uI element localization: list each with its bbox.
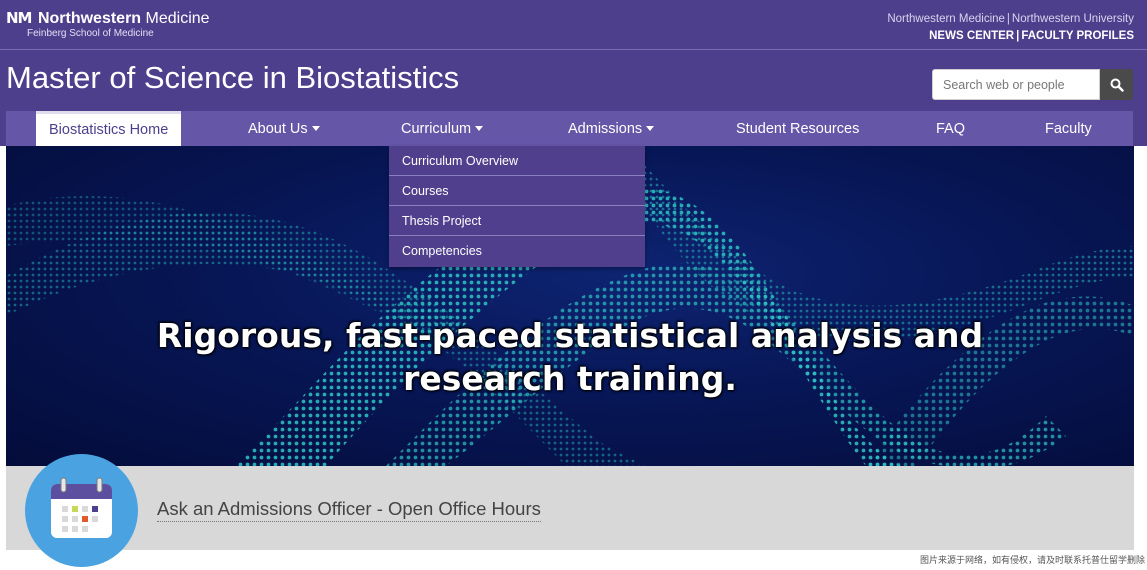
nav-label: About Us (248, 121, 308, 137)
northwestern-medicine-logo[interactable]: NM Northwestern Medicine Feinberg School… (6, 9, 210, 39)
nav-label: Student Resources (736, 121, 860, 137)
search-input[interactable] (932, 69, 1100, 100)
menu-item-courses[interactable]: Courses (389, 176, 645, 206)
logo-brand-suffix: Medicine (145, 10, 210, 27)
link-news-center[interactable]: NEWS CENTER (929, 30, 1014, 42)
office-hours-bar: Ask an Admissions Officer - Open Office … (6, 466, 1134, 550)
caret-down-icon (311, 125, 320, 131)
menu-item-curriculum-overview[interactable]: Curriculum Overview (389, 146, 645, 176)
nav-about-us[interactable]: About Us (248, 111, 320, 146)
nav-label: Faculty (1045, 121, 1092, 137)
watermark-text: 图片来源于网络，如有侵权，请及时联系托普仕留学删除 (919, 556, 1145, 566)
header-divider (0, 49, 1147, 50)
logo-brand: Northwestern (37, 10, 142, 27)
calendar-badge[interactable] (25, 454, 138, 567)
link-northwestern-university[interactable]: Northwestern University (1012, 13, 1134, 25)
hero-headline-line-2: research training. (403, 359, 737, 398)
nav-label: FAQ (936, 121, 966, 137)
logo-wordmark: Northwestern Medicine (38, 10, 210, 28)
link-northwestern-medicine[interactable]: Northwestern Medicine (887, 13, 1005, 25)
office-hours-link[interactable]: Ask an Admissions Officer - Open Office … (157, 498, 541, 522)
nav-label: Admissions (568, 121, 643, 137)
nav-admissions[interactable]: Admissions (568, 111, 655, 146)
search-button[interactable] (1100, 69, 1133, 100)
main-nav: Biostatistics Home About Us Curriculum A… (6, 111, 1133, 146)
utility-links-row-1: Northwestern Medicine | Northwestern Unive… (887, 11, 1134, 28)
search-icon (1110, 78, 1124, 92)
nav-label: Curriculum (401, 121, 472, 137)
nav-curriculum[interactable]: Curriculum (401, 111, 484, 146)
caret-down-icon (646, 125, 655, 131)
calendar-icon (51, 477, 112, 538)
link-separator: | (1016, 30, 1020, 42)
caret-down-icon (475, 125, 484, 131)
nm-logo-mark: NM (6, 9, 33, 27)
nav-student-resources[interactable]: Student Resources (736, 111, 859, 146)
site-title[interactable]: Master of Science in Biostatistics (6, 60, 459, 96)
nav-faculty[interactable]: Faculty (1045, 111, 1092, 146)
link-faculty-profiles[interactable]: FACULTY PROFILES (1021, 30, 1134, 42)
curriculum-dropdown-menu: Curriculum Overview Courses Thesis Proje… (389, 146, 645, 267)
utility-links: Northwestern Medicine | Northwestern Unive… (887, 11, 1134, 45)
menu-item-competencies[interactable]: Competencies (389, 236, 645, 266)
nav-label: Biostatistics Home (49, 122, 169, 138)
menu-item-thesis-project[interactable]: Thesis Project (389, 206, 645, 236)
utility-links-row-2: NEWS CENTER | FACULTY PROFILES (887, 28, 1134, 45)
search-form (932, 69, 1133, 100)
logo-subtitle: Feinberg School of Medicine (27, 28, 154, 39)
nav-biostatistics-home[interactable]: Biostatistics Home (36, 111, 182, 146)
hero-headline: Rigorous, fast-paced statistical analysi… (6, 314, 1134, 400)
nav-faq[interactable]: FAQ (936, 111, 965, 146)
link-separator: | (1006, 13, 1010, 25)
hero-headline-line-1: Rigorous, fast-paced statistical analysi… (156, 316, 984, 355)
